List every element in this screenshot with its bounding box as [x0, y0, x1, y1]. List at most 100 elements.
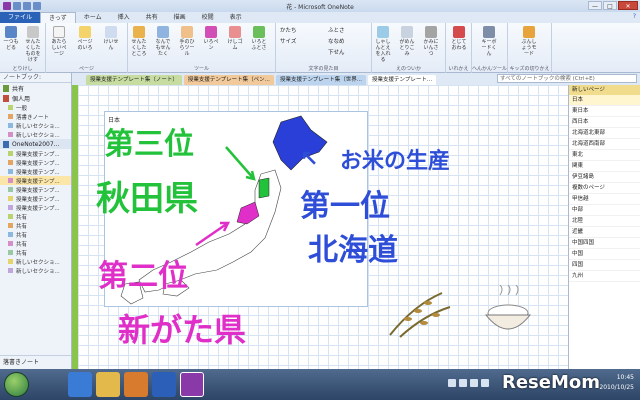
folder-icon[interactable] — [96, 372, 120, 397]
page-item[interactable]: 複数のページ — [569, 183, 640, 194]
new-page-button[interactable]: 新しいページ — [569, 85, 640, 95]
tab-draw[interactable]: 描画 — [166, 12, 194, 23]
onenote-icon[interactable] — [180, 372, 204, 397]
page-item[interactable]: 日本 — [569, 95, 640, 106]
ie-icon[interactable] — [68, 372, 92, 397]
section-item[interactable]: 共有 — [0, 221, 71, 230]
section-tab-active[interactable]: 授業支援テンプレート... — [368, 75, 437, 85]
clock[interactable]: 10:45 2010/10/25 — [599, 373, 634, 393]
search-input[interactable]: すべてのノートブックの検索 (Ctrl+E) — [497, 74, 637, 83]
ink-rice-title[interactable]: お米の生産 — [340, 143, 450, 175]
undo-button[interactable]: 一つもどる — [2, 26, 20, 51]
tab-kids[interactable]: きっず — [40, 12, 76, 23]
section-item[interactable]: 授業支援テンプ... — [0, 194, 71, 203]
minimize-button[interactable]: — — [588, 1, 602, 10]
tab-share[interactable]: 共有 — [138, 12, 166, 23]
shape-dropdown[interactable]: かたち — [280, 26, 297, 34]
print-button[interactable]: かみにいんさつ — [422, 26, 440, 57]
section-item[interactable]: 新しいセクショ... — [0, 130, 71, 139]
section-item[interactable]: 授業支援テンプ... — [0, 203, 71, 212]
page-item[interactable]: 中国四国 — [569, 238, 640, 249]
section-tab[interactable]: 授業支援テンプレート集（ノート） — [86, 75, 182, 85]
tab-insert[interactable]: 挿入 — [110, 12, 138, 23]
page-item[interactable]: 中部 — [569, 205, 640, 216]
page-item[interactable]: 近畿 — [569, 227, 640, 238]
page-item[interactable]: 中国 — [569, 249, 640, 260]
lasso-select-button[interactable]: なんでもせんたく — [154, 26, 172, 57]
ink-third-line2[interactable]: 秋田県 — [96, 171, 198, 220]
notebook-shared[interactable]: 共有 — [0, 83, 71, 93]
notebook-personal[interactable]: 個人用 — [0, 93, 71, 103]
tab-review[interactable]: 校閲 — [194, 12, 222, 23]
color-pen-button[interactable]: いろペン — [202, 26, 220, 51]
ink-second-line2[interactable]: 新がた県 — [118, 305, 246, 351]
rule-lines-button[interactable]: けいせん — [102, 26, 120, 51]
ink-first-line1[interactable]: 第一位 — [300, 181, 390, 225]
page-item[interactable]: 甲信越 — [569, 194, 640, 205]
maximize-button[interactable]: □ — [603, 1, 617, 10]
section-item[interactable]: 共有 — [0, 239, 71, 248]
ink-first-line2[interactable]: 北海道 — [308, 225, 398, 269]
language-icon[interactable] — [448, 379, 456, 387]
page-item[interactable]: 東北 — [569, 150, 640, 161]
page-item[interactable]: 北海道西南部 — [569, 139, 640, 150]
page-item[interactable]: 関東 — [569, 161, 640, 172]
tab-file[interactable]: ファイル — [0, 12, 41, 23]
underline-button[interactable]: 下せん — [328, 48, 345, 56]
page-item[interactable]: 東日本 — [569, 106, 640, 117]
new-page-button[interactable]: あたらしいページ — [50, 26, 68, 57]
section-item[interactable]: 授業支援テンプ... — [0, 149, 71, 158]
section-item[interactable]: 新しいセクショ... — [0, 121, 71, 130]
bold-button[interactable]: ふとさ — [328, 26, 345, 34]
page-item[interactable]: 四国 — [569, 260, 640, 271]
page-item[interactable]: 九州 — [569, 271, 640, 282]
tab-home[interactable]: ホーム — [76, 12, 110, 23]
section-item[interactable]: 授業支援テンプ... — [0, 158, 71, 167]
section-item[interactable]: 授業支援テンプ... — [0, 167, 71, 176]
hand-tool-button[interactable]: 手のひらツール — [178, 26, 196, 57]
page-item[interactable]: 北陸 — [569, 216, 640, 227]
page-canvas[interactable]: 日本 第三位 秋田県 第二位 新がた県 お米の生産 第一位 北海道 ↖ — [72, 85, 568, 369]
quick-notes-link[interactable]: 落書きノート — [0, 355, 71, 369]
close-finish-button[interactable]: とじておわる — [450, 26, 468, 51]
ink-arrow[interactable]: ↖ — [300, 147, 318, 172]
volume-icon[interactable] — [481, 379, 489, 387]
help-icon[interactable]: ? — [633, 13, 636, 20]
section-item[interactable]: 落書きノート — [0, 112, 71, 121]
section-item[interactable]: 新しいセクショ... — [0, 257, 71, 266]
document-mode-button[interactable]: ぶんしょうモード — [520, 26, 538, 57]
color-thickness-button[interactable]: いろとふとさ — [250, 26, 268, 51]
ink-second-line1[interactable]: 第二位 — [98, 251, 188, 295]
section-item-selected[interactable]: 授業支援テンプ... — [0, 176, 71, 185]
media-icon[interactable] — [124, 372, 148, 397]
section-item[interactable]: 共有 — [0, 230, 71, 239]
section-tab[interactable]: 授業支援テンプレート集（世界... — [275, 75, 367, 85]
section-item[interactable]: 授業支援テンプ... — [0, 185, 71, 194]
network-icon[interactable] — [470, 379, 478, 387]
page-item[interactable]: 伊豆諸島 — [569, 172, 640, 183]
eraser-button[interactable]: けしゴム — [226, 26, 244, 51]
section-item[interactable]: 一般 — [0, 103, 71, 112]
keyboard-icon — [483, 26, 495, 38]
keyboard-button[interactable]: キーボードくん — [480, 26, 498, 57]
italic-button[interactable]: ななめ — [328, 37, 345, 45]
ime-icon[interactable] — [459, 379, 467, 387]
page-item[interactable]: 北海道北東部 — [569, 128, 640, 139]
tab-view[interactable]: 表示 — [222, 12, 250, 23]
page-color-button[interactable]: ページのいろ — [76, 26, 94, 51]
page-item[interactable]: 西日本 — [569, 117, 640, 128]
ink-third-line1[interactable]: 第三位 — [104, 119, 194, 163]
size-dropdown[interactable]: サイズ — [280, 37, 296, 45]
section-item[interactable]: 共有 — [0, 212, 71, 221]
delete-selection-button[interactable]: せんたくしたものをけす — [24, 26, 42, 63]
select-button[interactable]: せんたくしたところ — [130, 26, 148, 57]
section-item[interactable]: 共有 — [0, 248, 71, 257]
section-tab[interactable]: 授業支援テンプレート集（ペン... — [183, 75, 274, 85]
insert-picture-button[interactable]: しゃしんとえを入れる — [374, 26, 392, 63]
screen-clipping-button[interactable]: がめんとりこみ — [398, 26, 416, 57]
close-button[interactable]: ✕ — [618, 1, 638, 10]
start-button[interactable] — [4, 372, 29, 397]
section-item[interactable]: 新しいセクショ... — [0, 266, 71, 275]
notebook-onenote2007[interactable]: OneNote2007... — [0, 139, 71, 149]
word-icon[interactable] — [152, 372, 176, 397]
